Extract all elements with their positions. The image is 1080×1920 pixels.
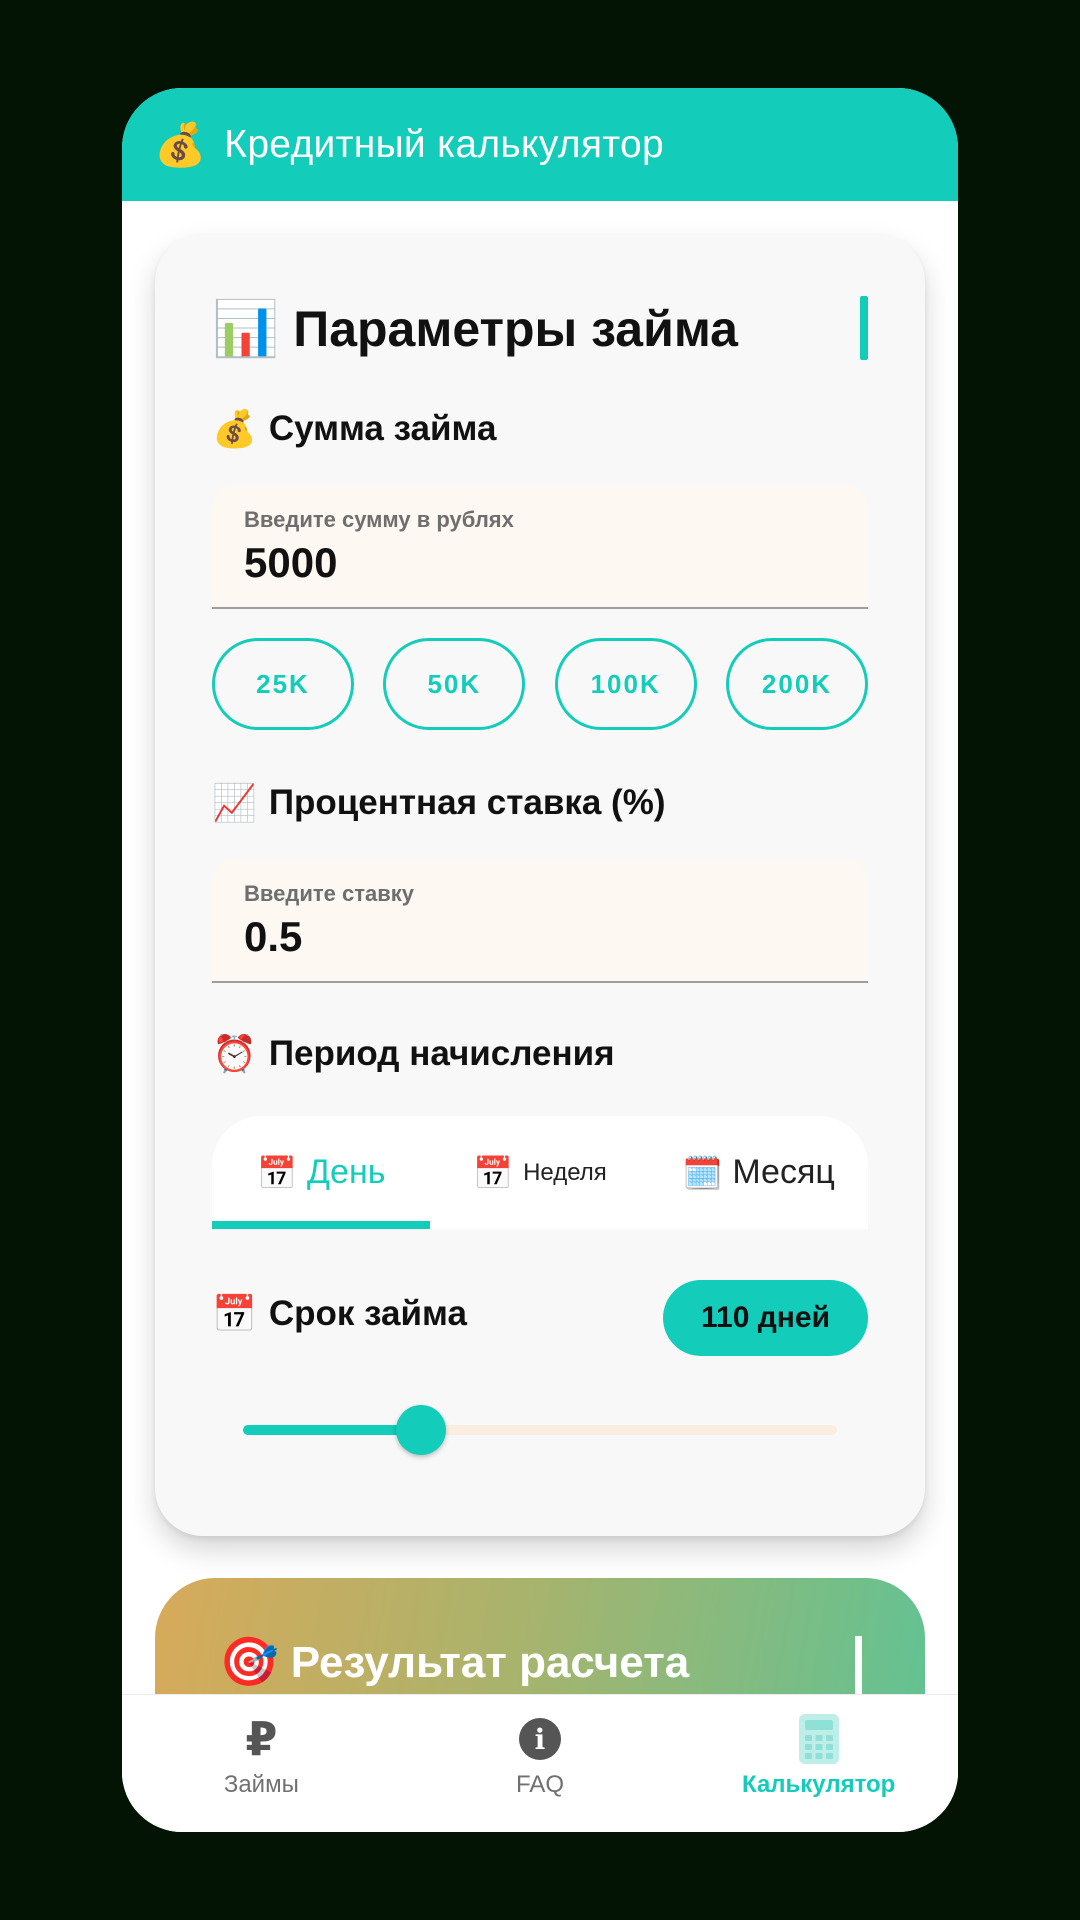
slider-thumb[interactable] <box>396 1405 446 1455</box>
money-bag-icon: 💰 <box>212 408 257 449</box>
tab-indicator <box>212 1221 430 1229</box>
nav-calculator[interactable]: Калькулятор <box>679 1695 958 1832</box>
rate-hint: Введите ставку <box>244 881 414 906</box>
calendar-icon: 📅 <box>473 1154 514 1191</box>
scroll-content[interactable]: 📊 Параметры займа 💰 Сумма займа Введите … <box>122 201 958 1781</box>
period-label: ⏰ Период начисления <box>212 1034 615 1074</box>
nav-loans-label: Займы <box>223 1771 299 1798</box>
result-title-row: 🎯 Результат расчета <box>219 1638 689 1688</box>
nav-calculator-label: Калькулятор <box>742 1771 896 1798</box>
term-value-badge: 110 дней <box>663 1280 868 1356</box>
app-title: Кредитный калькулятор <box>224 122 664 166</box>
ruble-icon: ₽ <box>245 1713 278 1765</box>
rate-label-text: Процентная ставка (%) <box>268 783 666 822</box>
accent-bar <box>860 296 868 360</box>
tab-day[interactable]: 📅 День <box>212 1116 431 1229</box>
term-row: 📅 Срок займа 110 дней <box>212 1280 868 1358</box>
amount-label: 💰 Сумма займа <box>212 409 496 449</box>
card-title: Параметры займа <box>293 301 738 357</box>
chip-100k[interactable]: 100K <box>554 638 697 730</box>
tab-month-label: Месяц <box>732 1153 835 1191</box>
chip-50k[interactable]: 50K <box>383 638 526 730</box>
amount-value[interactable]: 5000 <box>244 539 337 587</box>
quick-amount-chips: 25K 50K 100K 200K <box>212 638 868 734</box>
spiral-calendar-icon: 🗓️ <box>682 1154 723 1191</box>
period-tabs: 📅 День 📅 Неделя 🗓️ Месяц <box>212 1116 868 1229</box>
app-bar: 💰 Кредитный калькулятор <box>122 88 958 201</box>
target-icon: 🎯 <box>219 1636 279 1689</box>
chip-200k[interactable]: 200K <box>725 638 868 730</box>
phone-screen: 💰 Кредитный калькулятор 📊 Параметры займ… <box>122 88 958 1832</box>
nav-faq-label: FAQ <box>516 1771 565 1798</box>
nav-loans[interactable]: ₽ Займы <box>122 1695 401 1832</box>
result-title: Результат расчета <box>290 1638 690 1687</box>
rate-value[interactable]: 0.5 <box>244 913 302 961</box>
loan-params-card: 📊 Параметры займа 💰 Сумма займа Введите … <box>155 234 925 1536</box>
calendar-icon: 📅 <box>212 1293 257 1334</box>
info-icon: i <box>519 1713 561 1765</box>
term-label-text: Срок займа <box>268 1294 467 1333</box>
chart-increasing-icon: 📈 <box>212 782 257 823</box>
slider-fill <box>243 1425 421 1435</box>
amount-input[interactable]: Введите сумму в рублях 5000 <box>212 485 868 609</box>
money-bag-icon: 💰 <box>154 120 207 168</box>
tab-month[interactable]: 🗓️ Месяц <box>649 1116 868 1229</box>
alarm-clock-icon: ⏰ <box>212 1033 257 1074</box>
amount-hint: Введите сумму в рублях <box>244 507 514 532</box>
tab-week[interactable]: 📅 Неделя <box>431 1116 650 1229</box>
rate-label: 📈 Процентная ставка (%) <box>212 783 665 823</box>
rate-input[interactable]: Введите ставку 0.5 <box>212 859 868 983</box>
card-title-row: 📊 Параметры займа <box>212 294 868 364</box>
tab-week-label: Неделя <box>523 1158 607 1186</box>
nav-faq[interactable]: i FAQ <box>401 1695 680 1832</box>
chip-25k[interactable]: 25K <box>212 638 354 730</box>
term-slider[interactable] <box>243 1405 837 1455</box>
bar-chart-icon: 📊 <box>212 299 280 359</box>
amount-label-text: Сумма займа <box>268 409 497 448</box>
calendar-icon: 📅 <box>257 1154 298 1191</box>
calculator-icon <box>798 1713 839 1765</box>
result-accent-bar <box>855 1636 862 1700</box>
bottom-navigation: ₽ Займы i FAQ Калькулятор <box>122 1694 958 1832</box>
term-label: 📅 Срок займа <box>212 1294 467 1334</box>
period-label-text: Период начисления <box>268 1034 615 1073</box>
tab-day-label: День <box>307 1153 386 1191</box>
